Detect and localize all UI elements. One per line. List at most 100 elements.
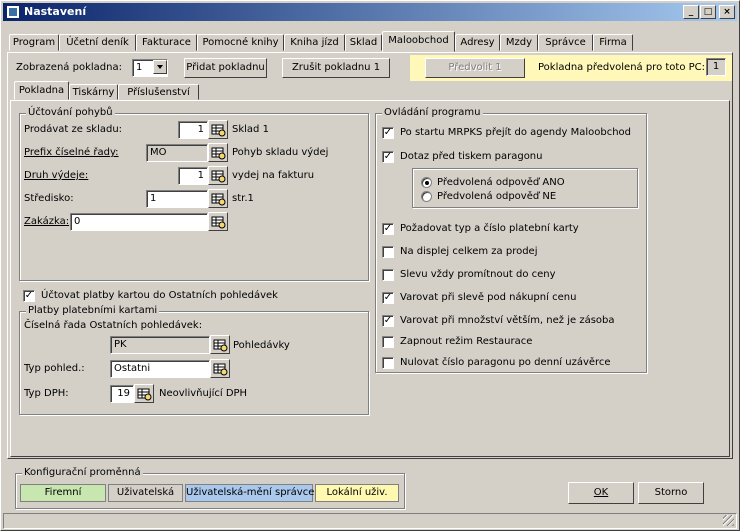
prodavat-label: Prodávat ze skladu: xyxy=(24,124,123,135)
platby-kartami-group: Platby platebními kartami Číselná řada O… xyxy=(19,305,369,415)
stredisko-label: Středisko: xyxy=(24,193,74,204)
ovladani-legend: Ovládání programu xyxy=(382,107,483,118)
rada-lookup-button[interactable] xyxy=(210,335,230,354)
tab-maloobchod[interactable]: Maloobchod xyxy=(382,31,455,52)
stredisko-lookup-button[interactable] xyxy=(208,189,228,208)
checkbox-nulovat[interactable] xyxy=(382,357,394,369)
label-varovat-mnozstvi: Varovat při množství větším, než je záso… xyxy=(400,315,615,326)
checkbox-varovat-mnozstvi[interactable]: ✓ xyxy=(382,315,394,327)
swatch-lokalni: Lokální uživ. xyxy=(315,484,399,502)
lookup-table-icon xyxy=(137,388,152,401)
cancel-pokladna-button[interactable]: Zrušit pokladnu 1 xyxy=(282,58,390,78)
prefix-lookup-button[interactable] xyxy=(208,143,228,162)
checkbox-typ-karty[interactable]: ✓ xyxy=(382,223,394,235)
tab-firma[interactable]: Firma xyxy=(593,34,633,51)
tab-sklad[interactable]: Sklad xyxy=(345,34,382,51)
lookup-table-icon xyxy=(211,147,226,160)
subtab-prislusenstvi[interactable]: Příslušenství xyxy=(118,84,199,100)
minimize-button[interactable]: _ xyxy=(683,5,699,19)
typ-dph-input[interactable]: 19 xyxy=(110,385,134,403)
druh-desc: vydej na fakturu xyxy=(232,170,315,181)
typ-pohled-label: Typ pohled.: xyxy=(24,363,85,374)
ucetni-pohyby-group: Účtování pohybů Prodávat ze skladu: 1 Sk… xyxy=(19,107,369,281)
konfigurace-legend: Konfigurační proměnná xyxy=(22,467,143,478)
ucetnovat-karty-label: Účtovat platby kartou do Ostatních pohle… xyxy=(41,290,278,301)
druh-label: Druh výdeje: xyxy=(24,170,89,181)
typ-pohled-lookup-button[interactable] xyxy=(210,359,230,378)
radio-odpoved-ano[interactable] xyxy=(421,177,432,188)
ucetnovat-karty-checkbox[interactable]: ✓ xyxy=(23,290,35,302)
label-displej: Na displej celkem za prodej xyxy=(400,246,538,257)
title-bar[interactable]: Nastavení _ □ × xyxy=(3,3,737,21)
checkbox-varovat-sleva[interactable]: ✓ xyxy=(382,292,394,304)
dropdown-arrow-icon[interactable] xyxy=(153,60,167,74)
platby-kartami-legend: Platby platebními kartami xyxy=(26,305,160,316)
tab-mzdy[interactable]: Mzdy xyxy=(500,34,538,51)
typ-dph-lookup-button[interactable] xyxy=(134,384,154,403)
checkbox-dotaz-tisk[interactable]: ✓ xyxy=(382,151,394,163)
subtab-pokladna[interactable]: Pokladna xyxy=(14,81,69,100)
tab-kniha-jizd[interactable]: Kniha jízd xyxy=(284,34,345,51)
label-nulovat: Nulovat číslo paragonu po denní uzávěrce xyxy=(400,357,611,368)
tab-pomocne-knihy[interactable]: Pomocné knihy xyxy=(197,34,284,51)
label-varovat-sleva: Varovat při slevě pod nákupní cenu xyxy=(400,292,577,303)
druh-input[interactable]: 1 xyxy=(178,167,208,185)
typ-pohled-input[interactable]: Ostatni xyxy=(110,360,210,378)
radio-odpoved-ne[interactable] xyxy=(421,191,432,202)
lookup-table-icon xyxy=(211,170,226,183)
ok-label: OK xyxy=(593,487,609,498)
lookup-table-icon xyxy=(211,193,226,206)
prefix-input[interactable]: MO xyxy=(146,144,208,162)
close-button[interactable]: × xyxy=(719,5,735,19)
preselect-area: Předvolit 1 Pokladna předvolená pro toto… xyxy=(410,55,732,81)
prodavat-input[interactable]: 1 xyxy=(178,121,208,139)
resize-grip-icon[interactable] xyxy=(723,515,734,526)
label-po-startu: Po startu MRPKS přejít do agendy Maloobc… xyxy=(400,127,631,138)
tab-program[interactable]: Program xyxy=(9,34,59,51)
pokladna-panel: Účtování pohybů Prodávat ze skladu: 1 Sk… xyxy=(10,100,730,457)
lookup-table-icon xyxy=(213,339,228,352)
pokladna-select[interactable]: 1 xyxy=(132,59,168,77)
maximize-button[interactable]: □ xyxy=(700,5,716,19)
typ-dph-label: Typ DPH: xyxy=(24,388,69,399)
preselect-button[interactable]: Předvolit 1 xyxy=(425,58,525,78)
checkbox-sleva[interactable] xyxy=(382,269,394,281)
rada-input[interactable]: PK xyxy=(110,336,210,354)
radio-odpoved-ne-label: Předvolená odpověď NE xyxy=(437,191,557,202)
prefix-label: Prefix číselné řady: xyxy=(24,147,119,158)
checkbox-po-startu[interactable]: ✓ xyxy=(382,127,394,139)
zakazka-input[interactable]: 0 xyxy=(70,213,208,231)
prefix-desc: Pohyb skladu výdej xyxy=(232,147,329,158)
swatch-uziv-spravce: Uživatelská-mění správce xyxy=(185,484,314,502)
lookup-table-icon xyxy=(211,216,226,229)
zakazka-label: Zakázka: xyxy=(24,216,70,227)
konfigurace-group: Konfigurační proměnná Firemní Uživatelsk… xyxy=(15,467,405,509)
preselected-value: 1 xyxy=(706,58,726,76)
tab-ucetni-denik[interactable]: Účetní deník xyxy=(59,34,136,51)
stredisko-input[interactable]: 1 xyxy=(146,190,208,208)
prodavat-lookup-button[interactable] xyxy=(208,120,228,139)
subtab-tiskarny[interactable]: Tiskárny xyxy=(69,84,118,100)
tab-adresy[interactable]: Adresy xyxy=(455,34,500,51)
lookup-table-icon xyxy=(213,363,228,376)
window-app-icon xyxy=(6,5,20,19)
zakazka-lookup-button[interactable] xyxy=(208,212,228,231)
storno-button[interactable]: Storno xyxy=(638,482,704,504)
window-title: Nastavení xyxy=(24,5,87,18)
pokladna-label: Zobrazená pokladna: xyxy=(16,62,122,73)
lookup-table-icon xyxy=(211,124,226,137)
ok-button[interactable]: OK xyxy=(568,482,634,504)
checkbox-displej[interactable] xyxy=(382,246,394,258)
prodavat-desc: Sklad 1 xyxy=(232,124,269,135)
tab-spravce[interactable]: Správce xyxy=(538,34,593,51)
druh-lookup-button[interactable] xyxy=(208,166,228,185)
settings-window: Nastavení _ □ × Program Účetní deník Fak… xyxy=(0,0,740,531)
add-pokladna-button[interactable]: Přidat pokladnu xyxy=(184,58,267,78)
rada-desc: Pohledávky xyxy=(233,340,290,351)
ciselna-rada-label: Číselná řada Ostatních pohledávek: xyxy=(24,320,203,331)
tab-fakturace[interactable]: Fakturace xyxy=(136,34,197,51)
label-typ-karty: Požadovat typ a číslo platební karty xyxy=(400,223,579,234)
checkbox-restaurace[interactable] xyxy=(382,336,394,348)
label-dotaz-tisk: Dotaz před tiskem paragonu xyxy=(400,151,543,162)
label-sleva: Slevu vždy promítnout do ceny xyxy=(400,269,556,280)
